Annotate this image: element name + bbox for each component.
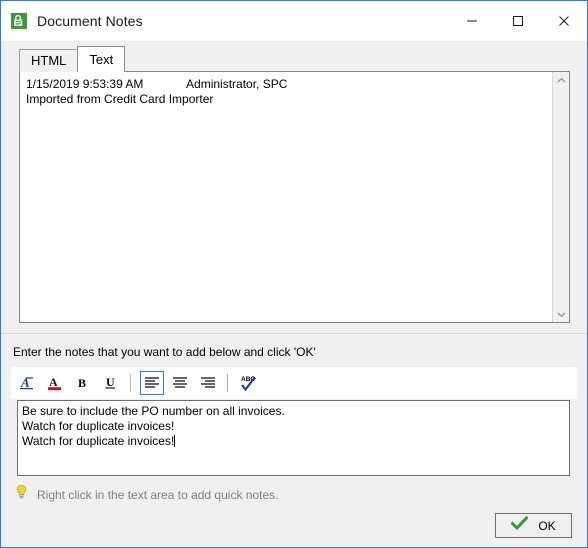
svg-text:A: A: [49, 375, 58, 389]
align-left-button[interactable]: [140, 371, 164, 395]
notes-input-line-with-caret: Watch for duplicate invoices!: [22, 434, 565, 449]
font-color-button[interactable]: A: [43, 371, 67, 395]
underline-icon: U: [102, 374, 120, 392]
notes-panel-scrollbar[interactable]: [552, 72, 569, 322]
note-entry-body: Imported from Credit Card Importer: [26, 92, 214, 106]
font-button[interactable]: A: [15, 371, 39, 395]
font-a-icon: A: [18, 374, 36, 392]
ok-button[interactable]: OK: [495, 513, 572, 538]
window-title: Document Notes: [37, 13, 143, 29]
svg-text:A: A: [20, 375, 30, 390]
title-bar: Document Notes: [1, 1, 587, 41]
chevron-down-icon[interactable]: [553, 306, 569, 322]
window-controls: [449, 1, 587, 41]
prompt-label: Enter the notes that you want to add bel…: [13, 345, 316, 359]
notes-input-line: Watch for duplicate invoices!: [22, 419, 175, 433]
tab-html[interactable]: HTML: [19, 49, 79, 72]
close-button[interactable]: [541, 1, 587, 41]
quick-notes-hint-text: Right click in the text area to add quic…: [37, 487, 279, 502]
notes-input-line-text: Watch for duplicate invoices!: [22, 434, 175, 448]
document-lock-icon: [10, 12, 28, 30]
underline-button[interactable]: U: [99, 371, 123, 395]
minimize-button[interactable]: [449, 1, 495, 41]
bold-button[interactable]: B: [71, 371, 95, 395]
font-color-a-icon: A: [46, 374, 64, 392]
scrollbar-track[interactable]: [553, 88, 569, 306]
chevron-up-icon[interactable]: [553, 72, 569, 88]
toolbar-separator-2: [227, 374, 228, 392]
svg-text:B: B: [78, 376, 86, 390]
bold-icon: B: [74, 374, 92, 392]
abc-spellcheck-icon: ABC: [239, 374, 259, 392]
tab-strip: HTML Text: [19, 46, 126, 72]
spellcheck-button[interactable]: ABC: [237, 371, 261, 395]
note-entry-header: 1/15/2019 9:53:39 AM Administrator, SPC: [26, 77, 288, 91]
text-caret: [174, 435, 176, 447]
notes-input[interactable]: Be sure to include the PO number on all …: [17, 400, 570, 476]
lightbulb-icon: [15, 484, 28, 505]
existing-notes-panel: 1/15/2019 9:53:39 AM Administrator, SPC …: [19, 71, 570, 323]
align-right-button[interactable]: [196, 371, 220, 395]
quick-notes-hint: Right click in the text area to add quic…: [15, 484, 278, 505]
tab-text[interactable]: Text: [77, 46, 126, 72]
toolbar-separator-1: [130, 374, 131, 392]
notes-input-line: Be sure to include the PO number on all …: [22, 404, 285, 418]
align-center-button[interactable]: [168, 371, 192, 395]
svg-text:U: U: [106, 375, 115, 389]
green-check-icon: [510, 515, 529, 536]
align-right-icon: [200, 376, 216, 390]
document-notes-window: Document Notes HTML Text 1/15/2019 9:53:…: [0, 0, 588, 548]
maximize-button[interactable]: [495, 1, 541, 41]
align-left-icon: [144, 376, 160, 390]
align-center-icon: [172, 376, 188, 390]
ok-button-label: OK: [538, 518, 556, 533]
formatting-toolbar: A A B U ABC: [11, 367, 577, 399]
existing-notes-text[interactable]: 1/15/2019 9:53:39 AM Administrator, SPC …: [20, 72, 552, 322]
